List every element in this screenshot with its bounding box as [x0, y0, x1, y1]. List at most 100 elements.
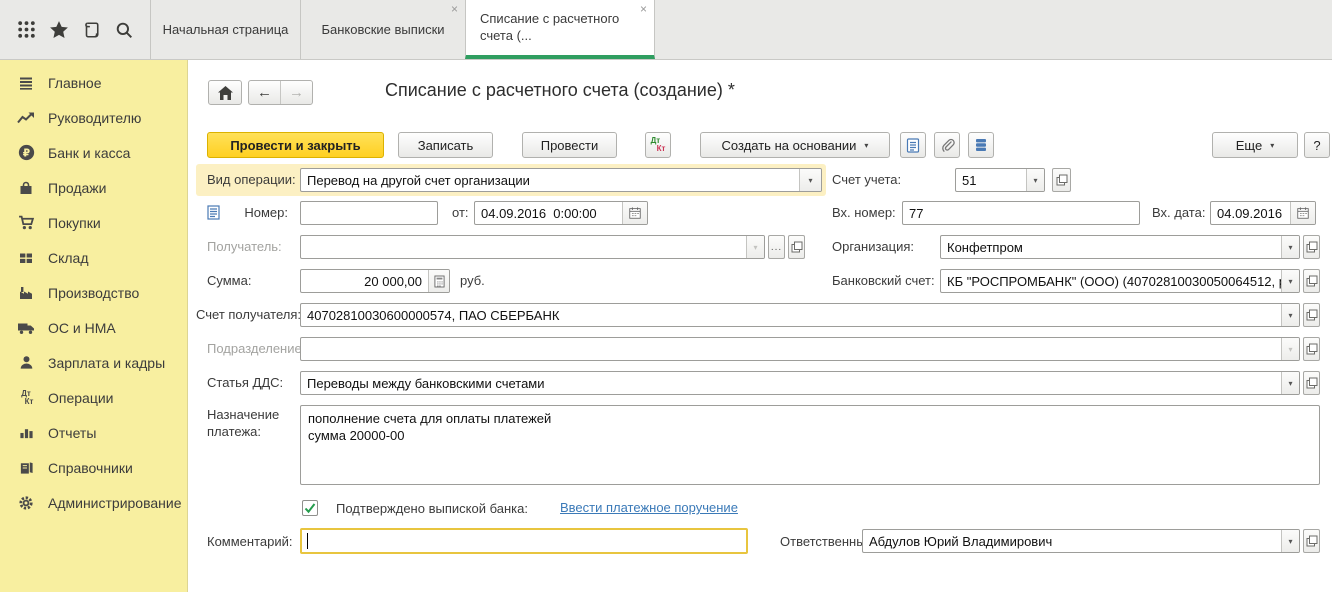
- dropdown-icon[interactable]: ▾: [1281, 236, 1299, 258]
- cart-icon: [17, 214, 35, 232]
- sidebar-item-label: Банк и касса: [48, 145, 130, 161]
- chevron-down-icon: ▾: [1270, 141, 1274, 150]
- save-button[interactable]: Записать: [398, 132, 493, 158]
- truck-icon: [17, 319, 35, 337]
- recipient-account-open-button[interactable]: [1303, 303, 1320, 327]
- confirmed-checkbox[interactable]: [302, 500, 318, 516]
- close-icon[interactable]: ×: [451, 4, 458, 14]
- sidebar-item-warehouse[interactable]: Склад: [0, 240, 187, 275]
- calendar-icon[interactable]: [622, 202, 647, 224]
- calculator-icon[interactable]: [428, 270, 449, 292]
- tab-home[interactable]: Начальная страница: [150, 0, 300, 59]
- incoming-number-input[interactable]: 77: [902, 201, 1140, 225]
- date-input[interactable]: 04.09.2016 0:00:00: [474, 201, 648, 225]
- bag-icon: [17, 179, 35, 197]
- organization-select[interactable]: Конфетпром ▾: [940, 235, 1300, 259]
- page-title: Списание с расчетного счета (создание) *: [385, 76, 735, 104]
- app-window: Начальная страница Банковские выписки × …: [0, 0, 1332, 592]
- sidebar-item-purchases[interactable]: Покупки: [0, 205, 187, 240]
- forward-button[interactable]: →: [280, 81, 312, 104]
- post-and-close-button[interactable]: Провести и закрыть: [207, 132, 384, 158]
- close-icon[interactable]: ×: [640, 4, 647, 14]
- recipient-account-value: 40702810030600000574, ПАО СБЕРБАНК: [301, 304, 1281, 326]
- dropdown-icon[interactable]: ▾: [1281, 372, 1299, 394]
- sidebar-item-label: Зарплата и кадры: [48, 355, 165, 371]
- cash-flow-item-label: Статья ДДС:: [207, 371, 283, 395]
- operation-label: Вид операции:: [207, 168, 296, 192]
- text-caret: [307, 533, 308, 549]
- operation-select[interactable]: Перевод на другой счет организации ▾: [300, 168, 822, 192]
- home-button[interactable]: [208, 80, 242, 105]
- help-button[interactable]: ?: [1304, 132, 1330, 158]
- search-icon[interactable]: [112, 18, 136, 42]
- menu-icon: [17, 74, 35, 92]
- sidebar-item-sales[interactable]: Продажи: [0, 170, 187, 205]
- dropdown-icon[interactable]: ▾: [799, 169, 821, 191]
- person-icon: [17, 354, 35, 372]
- bank-account-select[interactable]: КБ "РОСПРОМБАНК" (ООО) (4070281003005006…: [940, 269, 1300, 293]
- recipient-select[interactable]: ▾: [300, 235, 765, 259]
- sidebar-item-bank-cash[interactable]: ₽ Банк и касса: [0, 135, 187, 170]
- cash-flow-item-open-button[interactable]: [1303, 371, 1320, 395]
- attachments-button[interactable]: [934, 132, 960, 158]
- enter-payment-order-link[interactable]: Ввести платежное поручение: [560, 499, 738, 517]
- tab-writeoff-active[interactable]: Списание с расчетного счета (... ×: [465, 0, 655, 59]
- responsible-select[interactable]: Абдулов Юрий Владимирович ▾: [862, 529, 1300, 553]
- incoming-date-input[interactable]: 04.09.2016: [1210, 201, 1316, 225]
- dropdown-icon[interactable]: ▾: [1281, 338, 1299, 360]
- bank-account-open-button[interactable]: [1303, 269, 1320, 293]
- recipient-account-select[interactable]: 40702810030600000574, ПАО СБЕРБАНК ▾: [300, 303, 1300, 327]
- amount-label: Сумма:: [207, 269, 251, 293]
- responsible-open-button[interactable]: [1303, 529, 1320, 553]
- account-open-button[interactable]: [1052, 168, 1071, 192]
- cash-flow-item-select[interactable]: Переводы между банковскими счетами ▾: [300, 371, 1300, 395]
- payment-purpose-textarea[interactable]: пополнение счета для оплаты платежей сум…: [300, 405, 1320, 485]
- print-report-button[interactable]: [900, 132, 926, 158]
- create-based-on-button[interactable]: Создать на основании ▾: [700, 132, 890, 158]
- sidebar-item-operations[interactable]: ДтКт Операции: [0, 380, 187, 415]
- chevron-down-icon: ▾: [864, 141, 868, 150]
- home-icon: [218, 86, 233, 100]
- sidebar-item-manager[interactable]: Руководителю: [0, 100, 187, 135]
- operation-value: Перевод на другой счет организации: [301, 169, 799, 191]
- dropdown-icon[interactable]: ▾: [1281, 530, 1299, 552]
- history-scroll-icon[interactable]: [79, 18, 103, 42]
- more-button[interactable]: Еще ▾: [1212, 132, 1298, 158]
- sidebar-item-main[interactable]: Главное: [0, 65, 187, 100]
- organization-label: Организация:: [832, 235, 914, 259]
- dropdown-icon[interactable]: ▾: [1281, 304, 1299, 326]
- dropdown-icon[interactable]: ▾: [746, 236, 764, 258]
- recipient-open-button[interactable]: [788, 235, 805, 259]
- department-open-button[interactable]: [1303, 337, 1320, 361]
- tab-bank-statements[interactable]: Банковские выписки ×: [300, 0, 465, 59]
- sidebar-item-payroll[interactable]: Зарплата и кадры: [0, 345, 187, 380]
- favorites-star-icon[interactable]: [47, 18, 71, 42]
- sidebar-item-administration[interactable]: Администрирование: [0, 485, 187, 520]
- dropdown-icon[interactable]: ▾: [1026, 169, 1044, 191]
- sidebar-item-reports[interactable]: Отчеты: [0, 415, 187, 450]
- sidebar-item-label: Справочники: [48, 460, 133, 476]
- sidebar-item-directories[interactable]: Справочники: [0, 450, 187, 485]
- sidebar-item-label: ОС и НМА: [48, 320, 116, 336]
- department-select[interactable]: ▾: [300, 337, 1300, 361]
- number-input[interactable]: [300, 201, 438, 225]
- department-label: Подразделение:: [207, 337, 305, 361]
- calendar-icon[interactable]: [1290, 202, 1315, 224]
- sidebar-item-fixed-assets[interactable]: ОС и НМА: [0, 310, 187, 345]
- open-icon: [1306, 377, 1318, 389]
- show-postings-button[interactable]: ДтКт: [645, 132, 671, 158]
- sidebar-item-production[interactable]: Производство: [0, 275, 187, 310]
- comment-input[interactable]: [300, 528, 748, 554]
- account-select[interactable]: 51 ▾: [955, 168, 1045, 192]
- amount-input[interactable]: 20 000,00: [300, 269, 450, 293]
- apps-grid-icon[interactable]: [14, 18, 38, 42]
- registers-button[interactable]: [968, 132, 994, 158]
- sidebar-item-label: Склад: [48, 250, 89, 266]
- sidebar-nav: Главное Руководителю ₽ Банк и касса Прод…: [0, 60, 188, 592]
- back-button[interactable]: ←: [249, 81, 280, 104]
- open-icon: [1056, 174, 1068, 186]
- recipient-ellipsis-button[interactable]: ...: [768, 235, 785, 259]
- organization-open-button[interactable]: [1303, 235, 1320, 259]
- post-button[interactable]: Провести: [522, 132, 617, 158]
- dropdown-icon[interactable]: ▾: [1281, 270, 1299, 292]
